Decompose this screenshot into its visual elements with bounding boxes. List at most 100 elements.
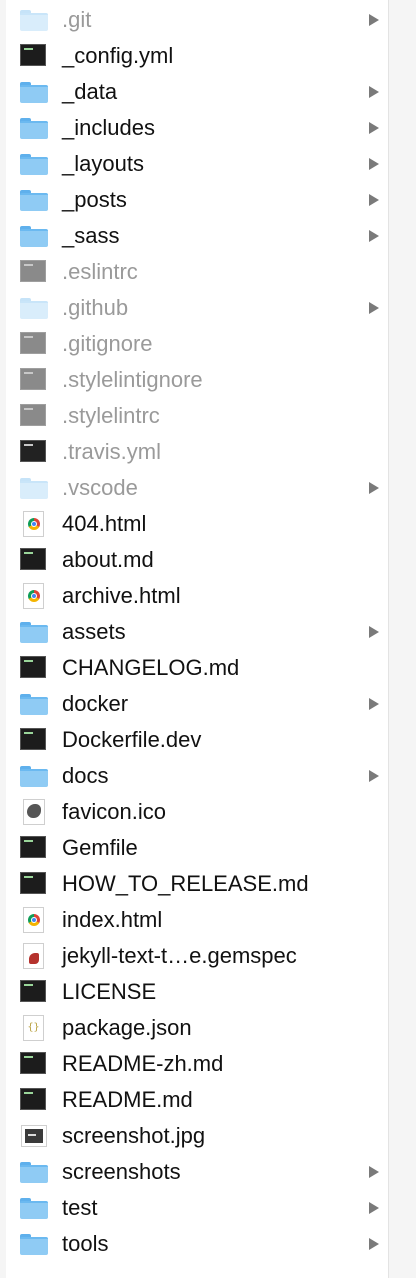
terminal-file-icon: [20, 979, 48, 1005]
item-name: about.md: [62, 547, 154, 572]
file-item[interactable]: 404.html: [6, 506, 388, 542]
item-name: screenshot.jpg: [62, 1123, 206, 1148]
item-name: .github: [62, 295, 129, 320]
folder-item[interactable]: .git: [6, 2, 388, 38]
folder-item[interactable]: _sass: [6, 218, 388, 254]
item-name: jekyll-text-t…e.gemspec: [62, 943, 297, 968]
disclosure-triangle-icon[interactable]: [368, 769, 380, 783]
file-item[interactable]: .gitignore: [6, 326, 388, 362]
folder-item[interactable]: .vscode: [6, 470, 388, 506]
item-name: .stylelintignore: [62, 367, 203, 392]
folder-item[interactable]: _posts: [6, 182, 388, 218]
disclosure-triangle-icon[interactable]: [368, 1237, 380, 1251]
folder-item[interactable]: docs: [6, 758, 388, 794]
disclosure-triangle-icon[interactable]: [368, 157, 380, 171]
file-item[interactable]: about.md: [6, 542, 388, 578]
item-name: HOW_TO_RELEASE.md: [62, 871, 309, 896]
terminal-file-icon: [20, 331, 48, 357]
item-name: screenshots: [62, 1159, 181, 1184]
terminal-file-icon: [20, 547, 48, 573]
terminal-file-icon: [20, 835, 48, 861]
folder-icon: [20, 151, 48, 177]
folder-item[interactable]: assets: [6, 614, 388, 650]
item-name: .eslintrc: [62, 259, 138, 284]
terminal-file-icon: [20, 1051, 48, 1077]
file-item[interactable]: _config.yml: [6, 38, 388, 74]
file-item[interactable]: .eslintrc: [6, 254, 388, 290]
item-name: .stylelintrc: [62, 403, 160, 428]
disclosure-triangle-icon[interactable]: [368, 193, 380, 207]
folder-item[interactable]: .github: [6, 290, 388, 326]
file-item[interactable]: .travis.yml: [6, 434, 388, 470]
item-name: _posts: [62, 187, 127, 212]
item-name: _sass: [62, 223, 120, 248]
folder-icon: [20, 691, 48, 717]
folder-icon: [20, 79, 48, 105]
folder-icon: [20, 475, 48, 501]
folder-icon: [20, 1159, 48, 1185]
terminal-file-icon: [20, 43, 48, 69]
ruby-gem-icon: [20, 943, 48, 969]
item-name: docker: [62, 691, 129, 716]
file-item[interactable]: screenshot.jpg: [6, 1118, 388, 1154]
folder-icon: [20, 1231, 48, 1257]
folder-item[interactable]: test: [6, 1190, 388, 1226]
file-item[interactable]: index.html: [6, 902, 388, 938]
terminal-file-icon: [20, 439, 48, 465]
folder-item[interactable]: _includes: [6, 110, 388, 146]
file-item[interactable]: LICENSE: [6, 974, 388, 1010]
item-name: .git: [62, 7, 92, 32]
file-item[interactable]: README.md: [6, 1082, 388, 1118]
terminal-file-icon: [20, 1087, 48, 1113]
file-item[interactable]: {} package.json: [6, 1010, 388, 1046]
disclosure-triangle-icon[interactable]: [368, 85, 380, 99]
file-item[interactable]: .stylelintignore: [6, 362, 388, 398]
folder-item[interactable]: _layouts: [6, 146, 388, 182]
file-item[interactable]: jekyll-text-t…e.gemspec: [6, 938, 388, 974]
file-item[interactable]: CHANGELOG.md: [6, 650, 388, 686]
disclosure-triangle-icon[interactable]: [368, 1165, 380, 1179]
file-item[interactable]: HOW_TO_RELEASE.md: [6, 866, 388, 902]
item-name: _data: [62, 79, 118, 104]
folder-item[interactable]: _data: [6, 74, 388, 110]
item-name: tools: [62, 1231, 109, 1256]
disclosure-triangle-icon[interactable]: [368, 481, 380, 495]
folder-item[interactable]: tools: [6, 1226, 388, 1262]
file-item[interactable]: .stylelintrc: [6, 398, 388, 434]
folder-item[interactable]: screenshots: [6, 1154, 388, 1190]
disclosure-triangle-icon[interactable]: [368, 1201, 380, 1215]
file-item[interactable]: archive.html: [6, 578, 388, 614]
folder-icon: [20, 763, 48, 789]
item-name: .travis.yml: [62, 439, 161, 464]
chrome-html-icon: [20, 511, 48, 537]
file-item[interactable]: README-zh.md: [6, 1046, 388, 1082]
file-item[interactable]: Dockerfile.dev: [6, 722, 388, 758]
disclosure-triangle-icon[interactable]: [368, 697, 380, 711]
file-item[interactable]: favicon.ico: [6, 794, 388, 830]
file-list: .git _config.yml _data _includes _layouts _po…: [6, 2, 388, 1262]
item-name: 404.html: [62, 511, 147, 536]
disclosure-triangle-icon[interactable]: [368, 301, 380, 315]
item-name: index.html: [62, 907, 163, 932]
item-name: test: [62, 1195, 98, 1220]
item-name: docs: [62, 763, 109, 788]
disclosure-triangle-icon[interactable]: [368, 229, 380, 243]
folder-icon: [20, 223, 48, 249]
disclosure-triangle-icon[interactable]: [368, 121, 380, 135]
folder-item[interactable]: docker: [6, 686, 388, 722]
file-browser-panel: .git _config.yml _data _includes _layouts _po…: [6, 0, 389, 1278]
folder-icon: [20, 187, 48, 213]
item-name: favicon.ico: [62, 799, 166, 824]
disclosure-triangle-icon[interactable]: [368, 13, 380, 27]
disclosure-triangle-icon[interactable]: [368, 625, 380, 639]
item-name: CHANGELOG.md: [62, 655, 240, 680]
item-name: Gemfile: [62, 835, 138, 860]
favicon-file-icon: [20, 799, 48, 825]
image-file-icon: [20, 1123, 48, 1149]
folder-icon: [20, 1195, 48, 1221]
item-name: LICENSE: [62, 979, 157, 1004]
file-item[interactable]: Gemfile: [6, 830, 388, 866]
item-name: README.md: [62, 1087, 193, 1112]
terminal-file-icon: [20, 871, 48, 897]
item-name: _layouts: [62, 151, 144, 176]
